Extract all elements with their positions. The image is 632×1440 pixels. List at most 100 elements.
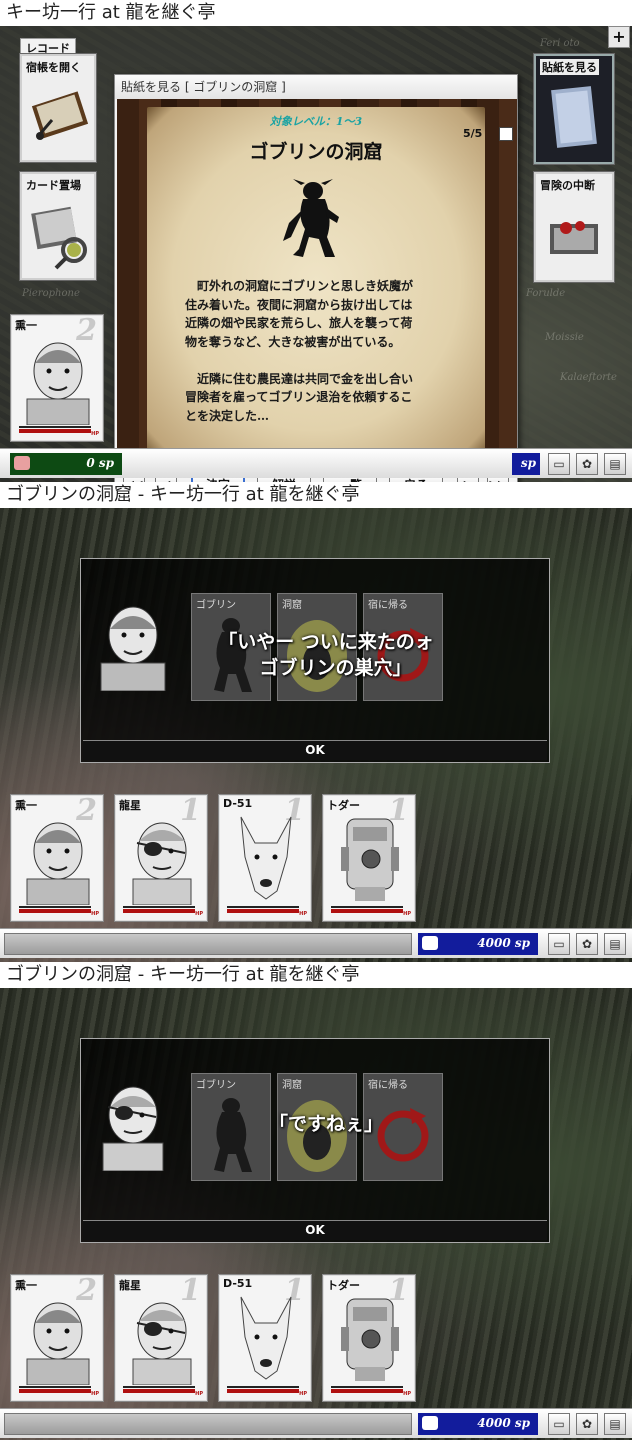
- hp-bar: [331, 909, 403, 913]
- dialogue-text: 「ですねぇ」: [268, 1113, 383, 1135]
- gear-icon[interactable]: ✿: [576, 453, 598, 475]
- hp-bar: [227, 909, 299, 913]
- ok-button[interactable]: OK: [83, 740, 547, 760]
- hp-bar-frame: [123, 1386, 195, 1388]
- list-icon[interactable]: [499, 127, 513, 141]
- hp-bar: [331, 1389, 403, 1393]
- gauge-bar: [4, 1413, 412, 1435]
- message-window: ゴブリン 洞窟 宿に帰る 「いやー ついに来たのォ ゴブリンの巣穴」 OK: [80, 558, 550, 763]
- goblin-silhouette-icon: [283, 179, 339, 257]
- poster-icon: [551, 86, 597, 148]
- card-icon[interactable]: ▤: [604, 1413, 626, 1435]
- poster-dialog: 貼紙を見る [ ゴブリンの洞窟 ] 対象レベル：1〜3 ゴブリンの洞窟 町外れの…: [114, 74, 518, 500]
- window-title-3: ゴブリンの洞窟 - キー坊一行 at 龍を継ぐ亭: [0, 962, 632, 988]
- party-card[interactable]: D-51 1 HP: [218, 793, 312, 922]
- menu-card-label: 冒険の中断: [540, 179, 595, 192]
- character-name: D-51: [223, 797, 253, 810]
- party-card[interactable]: 龍星 1 HP: [114, 1273, 208, 1402]
- hp-label: HP: [91, 1391, 99, 1397]
- party-card[interactable]: 熏一 2 HP: [10, 313, 104, 442]
- quest-description: 町外れの洞窟にゴブリンと思しき妖魔が 住み着いた。夜間に洞窟から抜け出しては 近…: [185, 279, 414, 423]
- hp-bar: [19, 909, 91, 913]
- speaker-portrait: [100, 606, 166, 691]
- hp-label: HP: [91, 911, 99, 917]
- scenario-screen: ゴブリン 洞窟 宿に帰る 「ですねぇ」 OK 熏一 2 HP 龍星 1 HP D…: [0, 988, 632, 1440]
- character-name: 熏一: [15, 799, 37, 812]
- scenario-screen: ゴブリン 洞窟 宿に帰る 「いやー ついに来たのォ ゴブリンの巣穴」 OK 熏一…: [0, 508, 632, 962]
- money-display: 4000 sp: [418, 1413, 538, 1435]
- option-label: 洞窟: [282, 1080, 302, 1091]
- poster-paper: 対象レベル：1〜3 ゴブリンの洞窟 町外れの洞窟にゴブリンと思しき妖魔が 住み着…: [147, 107, 485, 457]
- dialogue-text: 「いやー ついに来たのォ ゴブリンの巣穴」: [218, 631, 434, 679]
- open-registry-button[interactable]: 宿帳を開く: [20, 54, 96, 162]
- gear-icon[interactable]: ✿: [576, 1413, 598, 1435]
- character-portrait: [341, 1298, 399, 1381]
- speech-icon[interactable]: ▭: [548, 933, 570, 955]
- inn-screen: Feri oto Pierophone Forulde Moissie Kala…: [0, 26, 632, 506]
- option-label: ゴブリン: [196, 1080, 236, 1091]
- money-value: 4000 sp: [477, 936, 530, 950]
- hp-bar-frame: [227, 906, 299, 908]
- status-bar: 4000 sp ▭ ✿ ▤: [0, 1408, 632, 1438]
- party-card[interactable]: トダー 1 HP: [322, 793, 416, 922]
- speech-icon[interactable]: ▭: [548, 1413, 570, 1435]
- hp-label: HP: [403, 911, 411, 917]
- party-card[interactable]: 熏一 2 HP: [10, 793, 104, 922]
- money-display: 4000 sp: [418, 933, 538, 955]
- card-icon[interactable]: ▤: [604, 933, 626, 955]
- party-card[interactable]: 熏一 2 HP: [10, 1273, 104, 1402]
- hp-bar-frame: [331, 906, 403, 908]
- speaker-portrait: [102, 1086, 164, 1171]
- option-label: 宿に帰る: [368, 600, 408, 611]
- money-value: 0 sp: [86, 456, 114, 470]
- character-portrait: [341, 818, 399, 901]
- gear-icon[interactable]: ✿: [576, 933, 598, 955]
- hp-bar-frame: [331, 1386, 403, 1388]
- party-card[interactable]: D-51 1 HP: [218, 1273, 312, 1402]
- speech-icon[interactable]: ▭: [548, 453, 570, 475]
- card-icon[interactable]: ▤: [604, 453, 626, 475]
- dialog-title: 貼紙を見る [ ゴブリンの洞窟 ]: [115, 75, 517, 99]
- plus-icon[interactable]: +: [608, 26, 630, 48]
- hp-label: HP: [91, 431, 99, 437]
- option-label: 洞窟: [282, 600, 302, 611]
- character-portrait: [26, 342, 90, 425]
- page-indicator: 5/5: [463, 127, 483, 140]
- hp-bar-frame: [227, 1386, 299, 1388]
- character-name: 龍星: [119, 1279, 141, 1292]
- card-storage-button[interactable]: カード置場: [20, 172, 96, 280]
- hp-label: HP: [195, 1391, 203, 1397]
- hp-bar: [19, 429, 91, 433]
- character-name: 龍星: [119, 799, 141, 812]
- hp-bar-frame: [123, 906, 195, 908]
- party-card[interactable]: トダー 1 HP: [322, 1273, 416, 1402]
- character-portrait: [26, 822, 90, 905]
- hp-label: HP: [403, 1391, 411, 1397]
- money-value: 4000 sp: [477, 1416, 530, 1430]
- view-posters-button[interactable]: 貼紙を見る: [534, 54, 614, 164]
- book-icon: [31, 91, 89, 140]
- character-name: トダー: [327, 799, 360, 812]
- gauge-bar: [4, 933, 412, 955]
- suspend-adventure-button[interactable]: 冒険の中断: [534, 172, 614, 282]
- character-name: トダー: [327, 1279, 360, 1292]
- hp-bar-frame: [19, 906, 91, 908]
- character-name: 熏一: [15, 1279, 37, 1292]
- menu-card-label: 宿帳を開く: [26, 61, 81, 74]
- character-portrait: [240, 816, 292, 900]
- hp-label: HP: [299, 1391, 307, 1397]
- character-name: D-51: [223, 1277, 253, 1290]
- hp-bar: [123, 1389, 195, 1393]
- window-title-1: キー坊一行 at 龍を継ぐ亭: [0, 0, 632, 26]
- hp-bar-frame: [19, 1386, 91, 1388]
- party-card[interactable]: 龍星 1 HP: [114, 793, 208, 922]
- character-name: 熏一: [15, 319, 37, 332]
- menu-card-label: カード置場: [26, 179, 81, 192]
- map-label: Kalaeftorte: [560, 372, 617, 383]
- character-portrait: [26, 1302, 90, 1385]
- ok-button[interactable]: OK: [83, 1220, 547, 1240]
- money-unit: sp: [520, 456, 536, 470]
- hp-bar: [19, 1389, 91, 1393]
- option-label: 宿に帰る: [368, 1080, 408, 1091]
- coins-icon: [422, 936, 438, 950]
